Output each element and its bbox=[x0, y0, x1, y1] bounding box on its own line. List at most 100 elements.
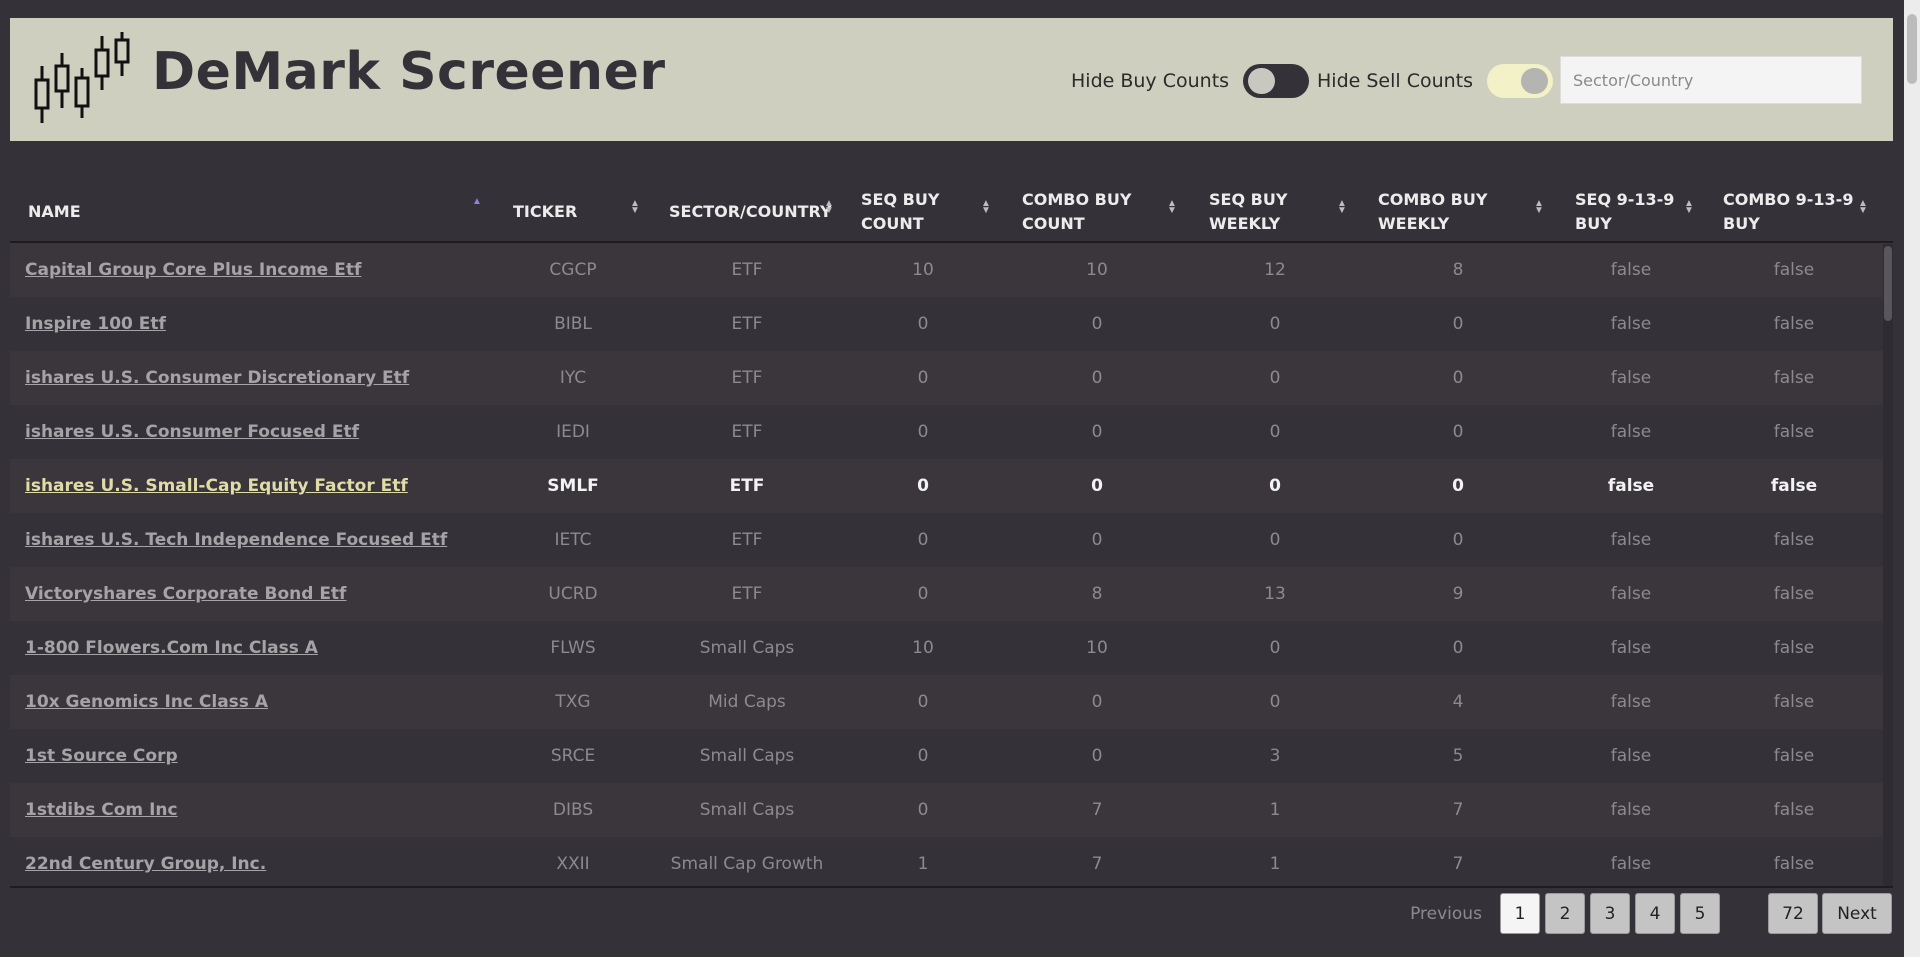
page-button-5[interactable]: 5 bbox=[1680, 893, 1720, 934]
cell-ticker: DIBS bbox=[552, 800, 594, 820]
page-button-2[interactable]: 2 bbox=[1545, 893, 1585, 934]
table-row[interactable]: 1st Source Corp SRCE Small Caps 0 0 3 5 false fa… bbox=[10, 729, 1893, 783]
column-header-seq-buy-weekly[interactable]: SEQ BUY WEEKLY bbox=[1209, 186, 1339, 238]
cell-combo-buy-count: 0 bbox=[1091, 368, 1103, 388]
cell-combo-buy-weekly: 0 bbox=[1452, 530, 1464, 550]
sort-icon[interactable]: ▲ ▼ bbox=[1684, 199, 1694, 216]
screener-table: NAME ▲ TICKER ▲ ▼ SECTOR/COUNTRY ▲ ▼ SEQ BUY COU… bbox=[10, 180, 1893, 888]
security-name-link[interactable]: ishares U.S. Consumer Focused Etf bbox=[25, 422, 359, 442]
cell-ticker: XXII bbox=[556, 854, 590, 874]
column-header-combo-buy-count[interactable]: COMBO BUY COUNT bbox=[1022, 186, 1172, 238]
cell-sector-country: ETF bbox=[731, 368, 763, 388]
cell-seq-buy-weekly: 12 bbox=[1264, 260, 1286, 280]
next-button[interactable]: Next bbox=[1822, 893, 1892, 934]
sort-icon[interactable]: ▲ ▼ bbox=[981, 199, 991, 216]
column-header-sector-country[interactable]: SECTOR/COUNTRY bbox=[669, 186, 834, 238]
sort-down-icon: ▼ bbox=[824, 205, 834, 216]
table-footer-divider bbox=[10, 886, 1893, 888]
cell-combo-9-13-9-buy: false bbox=[1773, 746, 1815, 766]
security-name-link[interactable]: 10x Genomics Inc Class A bbox=[25, 692, 268, 712]
cell-seq-buy-weekly: 3 bbox=[1269, 746, 1281, 766]
security-name-link[interactable]: 1stdibs Com Inc bbox=[25, 800, 178, 820]
sort-down-icon: ▼ bbox=[1167, 205, 1177, 216]
sector-country-input[interactable] bbox=[1560, 56, 1862, 104]
security-name-link[interactable]: ishares U.S. Consumer Discretionary Etf bbox=[25, 368, 409, 388]
hide-sell-toggle[interactable] bbox=[1487, 64, 1554, 98]
cell-seq-buy-weekly: 0 bbox=[1269, 638, 1281, 658]
sort-icon[interactable]: ▲ ▼ bbox=[1337, 199, 1347, 216]
cell-sector-country: Small Caps bbox=[699, 746, 795, 766]
table-row[interactable]: Capital Group Core Plus Income Etf CGCP ET… bbox=[10, 243, 1893, 297]
table-row[interactable]: ishares U.S. Small-Cap Equity Factor Etf… bbox=[10, 459, 1893, 513]
sort-icon[interactable]: ▲ ▼ bbox=[1534, 199, 1544, 216]
security-name-link[interactable]: ishares U.S. Small-Cap Equity Factor Etf bbox=[25, 476, 408, 496]
table-row[interactable]: Inspire 100 Etf BIBL ETF 0 0 0 0 false false bbox=[10, 297, 1893, 351]
security-name-link[interactable]: 1-800 Flowers.Com Inc Class A bbox=[25, 638, 318, 658]
cell-ticker: FLWS bbox=[550, 638, 596, 658]
column-header-name[interactable]: NAME bbox=[28, 186, 378, 238]
cell-seq-buy-count: 0 bbox=[917, 422, 929, 442]
column-header-combo-buy-weekly[interactable]: COMBO BUY WEEKLY bbox=[1378, 186, 1528, 238]
column-header-combo-9-13-9-buy[interactable]: COMBO 9-13-9 BUY bbox=[1723, 186, 1863, 238]
security-name-link[interactable]: Inspire 100 Etf bbox=[25, 314, 166, 334]
page-button-1[interactable]: 1 bbox=[1500, 893, 1540, 934]
cell-combo-buy-count: 0 bbox=[1091, 476, 1103, 496]
app-header: DeMark Screener Hide Buy Counts Hide Sel… bbox=[10, 18, 1893, 141]
security-name-link[interactable]: 22nd Century Group, Inc. bbox=[25, 854, 266, 874]
security-name-link[interactable]: Victoryshares Corporate Bond Etf bbox=[25, 584, 346, 604]
table-scroll-thumb[interactable] bbox=[1884, 246, 1892, 321]
cell-combo-buy-weekly: 0 bbox=[1452, 368, 1464, 388]
cell-seq-buy-count: 0 bbox=[917, 530, 929, 550]
sort-down-icon: ▼ bbox=[981, 205, 991, 216]
table-row[interactable]: 1-800 Flowers.Com Inc Class A FLWS Small C… bbox=[10, 621, 1893, 675]
cell-sector-country: Small Caps bbox=[699, 638, 795, 658]
column-header-ticker[interactable]: TICKER bbox=[513, 186, 633, 238]
cell-ticker: IETC bbox=[554, 530, 592, 550]
app-title: DeMark Screener bbox=[152, 42, 666, 102]
cell-sector-country: ETF bbox=[729, 476, 765, 496]
table-body[interactable]: Capital Group Core Plus Income Etf CGCP ET… bbox=[10, 243, 1893, 885]
security-name-link[interactable]: 1st Source Corp bbox=[25, 746, 178, 766]
hide-buy-toggle[interactable] bbox=[1243, 64, 1310, 98]
cell-combo-buy-weekly: 4 bbox=[1452, 692, 1464, 712]
sort-down-icon: ▼ bbox=[1858, 205, 1868, 216]
table-row[interactable]: ishares U.S. Consumer Focused Etf IEDI ETF… bbox=[10, 405, 1893, 459]
cell-seq-buy-count: 0 bbox=[917, 584, 929, 604]
page-button-last[interactable]: 72 bbox=[1768, 893, 1818, 934]
cell-combo-buy-count: 7 bbox=[1091, 854, 1103, 874]
cell-seq-buy-weekly: 0 bbox=[1269, 314, 1281, 334]
cell-ticker: CGCP bbox=[549, 260, 597, 280]
table-row[interactable]: 10x Genomics Inc Class A TXG Mid Caps 0 0 0 4 f… bbox=[10, 675, 1893, 729]
table-row[interactable]: 22nd Century Group, Inc. XXII Small Cap Gr… bbox=[10, 837, 1893, 885]
table-scrollbar[interactable] bbox=[1883, 244, 1893, 886]
cell-combo-9-13-9-buy: false bbox=[1773, 260, 1815, 280]
table-row[interactable]: 1stdibs Com Inc DIBS Small Caps 0 7 1 7 false fa… bbox=[10, 783, 1893, 837]
table-row[interactable]: ishares U.S. Consumer Discretionary Etf I… bbox=[10, 351, 1893, 405]
security-name-link[interactable]: ishares U.S. Tech Independence Focused E… bbox=[25, 530, 447, 550]
table-row[interactable]: Victoryshares Corporate Bond Etf UCRD ETF 0… bbox=[10, 567, 1893, 621]
page-button-3[interactable]: 3 bbox=[1590, 893, 1630, 934]
sort-icon[interactable]: ▲ bbox=[472, 197, 482, 207]
cell-combo-buy-count: 0 bbox=[1091, 692, 1103, 712]
page-button-4[interactable]: 4 bbox=[1635, 893, 1675, 934]
page-scrollbar[interactable] bbox=[1904, 0, 1920, 957]
cell-combo-buy-count: 0 bbox=[1091, 314, 1103, 334]
cell-seq-buy-count: 0 bbox=[917, 314, 929, 334]
sort-icon[interactable]: ▲ ▼ bbox=[824, 199, 834, 216]
column-header-seq-buy-count[interactable]: SEQ BUY COUNT bbox=[861, 186, 991, 238]
cell-sector-country: ETF bbox=[731, 530, 763, 550]
cell-ticker: SRCE bbox=[550, 746, 596, 766]
sort-icon[interactable]: ▲ ▼ bbox=[630, 199, 640, 216]
cell-seq-buy-weekly: 0 bbox=[1269, 530, 1281, 550]
sort-icon[interactable]: ▲ ▼ bbox=[1167, 199, 1177, 216]
cell-combo-9-13-9-buy: false bbox=[1773, 530, 1815, 550]
security-name-link[interactable]: Capital Group Core Plus Income Etf bbox=[25, 260, 361, 280]
cell-combo-9-13-9-buy: false bbox=[1773, 638, 1815, 658]
table-row[interactable]: ishares U.S. Tech Independence Focused E… bbox=[10, 513, 1893, 567]
sort-icon[interactable]: ▲ ▼ bbox=[1858, 199, 1868, 216]
cell-combo-buy-weekly: 7 bbox=[1452, 800, 1464, 820]
cell-seq-buy-weekly: 1 bbox=[1269, 800, 1281, 820]
cell-combo-9-13-9-buy: false bbox=[1773, 314, 1815, 334]
previous-button[interactable]: Previous bbox=[1400, 893, 1492, 934]
page-scroll-thumb[interactable] bbox=[1907, 14, 1917, 84]
